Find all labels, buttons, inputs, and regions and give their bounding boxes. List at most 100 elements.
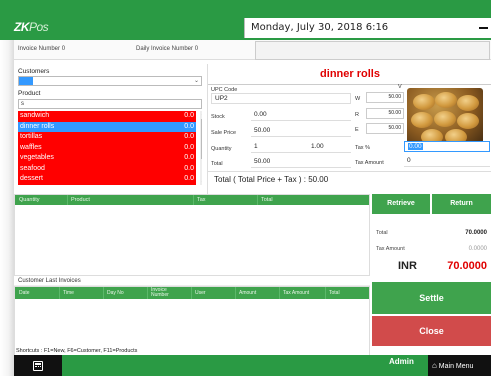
- product-search-input[interactable]: s: [18, 99, 202, 109]
- tax-input[interactable]: 0.00: [404, 141, 490, 152]
- invoice-column-header[interactable]: Total: [329, 290, 340, 296]
- column-divider: [103, 287, 104, 299]
- quantity-unit: 1.00: [308, 142, 351, 153]
- datetime-display: Monday, July 30, 2018 6:16: [244, 18, 476, 38]
- dropdown-arrow-icon[interactable]: ⌄: [194, 77, 199, 84]
- product-list-item[interactable]: waffles 0.0: [18, 142, 196, 153]
- totals-panel: Retrieve Return Total 70.0000 Tax Amount…: [372, 194, 491, 276]
- last-invoices-header: Date Time Day No Invoice Number User Amount Ta…: [15, 287, 369, 299]
- summary-divider: [208, 171, 491, 172]
- w-label: W: [355, 96, 361, 102]
- invoice-column-header[interactable]: Day No: [107, 290, 124, 296]
- product-name: vegetables: [20, 154, 54, 161]
- scrollbar-thumb[interactable]: [201, 119, 202, 159]
- customer-product-panel: Customers ⌄ Product s sandwich 0.0 dinner …: [14, 66, 204, 190]
- quantity-label: Quantity: [211, 146, 232, 152]
- minimize-button[interactable]: [476, 18, 491, 38]
- invoice-number: Invoice Number 0: [18, 46, 65, 52]
- settle-button[interactable]: Settle: [372, 282, 491, 314]
- invoice-column-header[interactable]: Date: [19, 290, 30, 296]
- product-list[interactable]: sandwich 0.0 dinner rolls 0.0 tortillas 0.0 wa…: [18, 111, 202, 185]
- customers-label: Customers: [18, 68, 50, 75]
- product-price: 0.0: [184, 164, 194, 172]
- product-name: sandwich: [20, 112, 50, 119]
- upc-input[interactable]: UP2: [211, 93, 351, 104]
- invoice-info-row: Invoice Number 0 Daily Invoice Number 0: [14, 40, 491, 60]
- calculator-button[interactable]: [14, 355, 62, 376]
- tax-label: Tax %: [355, 145, 370, 151]
- order-column-header[interactable]: Quantity: [19, 197, 39, 203]
- product-list-item[interactable]: tortillas 0.0: [18, 132, 196, 143]
- e-label: E: [355, 127, 359, 133]
- r-input[interactable]: 50.00: [366, 108, 404, 119]
- shortcuts-text: Shortcuts : F1=New, F6=Customer, F11=Pro…: [16, 348, 138, 354]
- scroll-up-icon[interactable]: ▲: [200, 111, 202, 116]
- return-button[interactable]: Return: [432, 194, 491, 214]
- daily-invoice-number: Daily Invoice Number 0: [136, 46, 198, 52]
- customers-selected-value: [19, 77, 33, 85]
- title-bar: ZKPos Monday, July 30, 2018 6:16: [0, 0, 491, 40]
- bottom-bar: Admin ⌂ Main Menu: [14, 355, 491, 376]
- product-price: 0.0: [184, 133, 194, 140]
- invoice-info-box: [255, 41, 490, 60]
- roll-shape: [457, 113, 479, 129]
- roll-shape: [413, 94, 435, 110]
- customers-select[interactable]: ⌄: [18, 76, 202, 86]
- minimize-icon: [479, 27, 488, 29]
- product-name: dinner rolls: [20, 122, 55, 130]
- product-list-item[interactable]: vegetables 0.0: [18, 153, 196, 164]
- column-divider: [325, 287, 326, 299]
- column-divider: [147, 287, 148, 299]
- product-name: seafood: [20, 164, 45, 172]
- product-price: 0.0: [184, 143, 194, 151]
- current-user: Admin: [389, 357, 414, 366]
- product-price: 0.0: [184, 122, 194, 130]
- order-column-header[interactable]: Tax: [197, 197, 206, 203]
- order-grid[interactable]: Quantity Product Tax Total: [14, 194, 370, 276]
- column-divider: [257, 195, 258, 205]
- product-list-item[interactable]: dessert 0.0: [18, 174, 196, 185]
- roll-shape: [435, 92, 457, 108]
- product-list-scrollbar[interactable]: ▲ ▼: [200, 111, 202, 185]
- order-column-header[interactable]: Total: [261, 197, 273, 203]
- invoice-column-header[interactable]: Invoice Number: [151, 288, 181, 298]
- invoice-column-header[interactable]: User: [195, 290, 206, 296]
- w-input[interactable]: 50.00: [366, 92, 404, 103]
- sale-price-value: 50.00: [251, 126, 351, 137]
- r-label: R: [355, 112, 359, 118]
- invoice-number-value: 0: [61, 46, 66, 52]
- main-menu-label: Main Menu: [438, 363, 474, 370]
- scroll-down-icon[interactable]: ▼: [200, 180, 202, 185]
- home-icon: ⌂: [432, 361, 437, 370]
- product-list-item[interactable]: sandwich 0.0: [18, 111, 196, 122]
- close-button[interactable]: Close: [372, 316, 491, 346]
- main-menu-button[interactable]: ⌂ Main Menu: [428, 355, 491, 376]
- calculator-icon: [33, 361, 43, 371]
- daily-invoice-label: Daily Invoice Number: [136, 46, 194, 52]
- invoice-column-header[interactable]: Time: [63, 290, 74, 296]
- sale-price-label: Sale Price: [211, 130, 237, 136]
- invoice-column-header[interactable]: Tax Amount: [283, 290, 309, 296]
- last-invoices-title: Customer Last Invoices: [14, 276, 370, 286]
- roll-shape: [434, 111, 456, 127]
- currency-label: INR: [398, 260, 417, 272]
- stock-value: 0.00: [251, 110, 351, 121]
- product-name: dessert: [20, 175, 43, 182]
- product-list-item[interactable]: dinner rolls 0.0: [18, 121, 196, 132]
- column-divider: [235, 287, 236, 299]
- retrieve-button[interactable]: Retrieve: [372, 194, 430, 214]
- quantity-input[interactable]: 1: [251, 142, 308, 153]
- product-price: 0.0: [184, 112, 194, 119]
- title-date-area: Monday, July 30, 2018 6:16: [0, 18, 491, 38]
- product-list-item[interactable]: seafood 0.0: [18, 163, 196, 174]
- column-divider: [193, 195, 194, 205]
- totals-total-label: Total: [376, 230, 388, 236]
- e-input[interactable]: 50.00: [366, 123, 404, 134]
- tax-amount-label: Tax Amount: [355, 160, 384, 166]
- totals-tax-amount-label: Tax Amount: [376, 246, 405, 252]
- order-grid-header: Quantity Product Tax Total: [15, 195, 369, 205]
- title-divider: [208, 84, 491, 85]
- order-column-header[interactable]: Product: [71, 197, 90, 203]
- tax-amount-value: 0: [404, 156, 490, 167]
- invoice-column-header[interactable]: Amount: [239, 290, 256, 296]
